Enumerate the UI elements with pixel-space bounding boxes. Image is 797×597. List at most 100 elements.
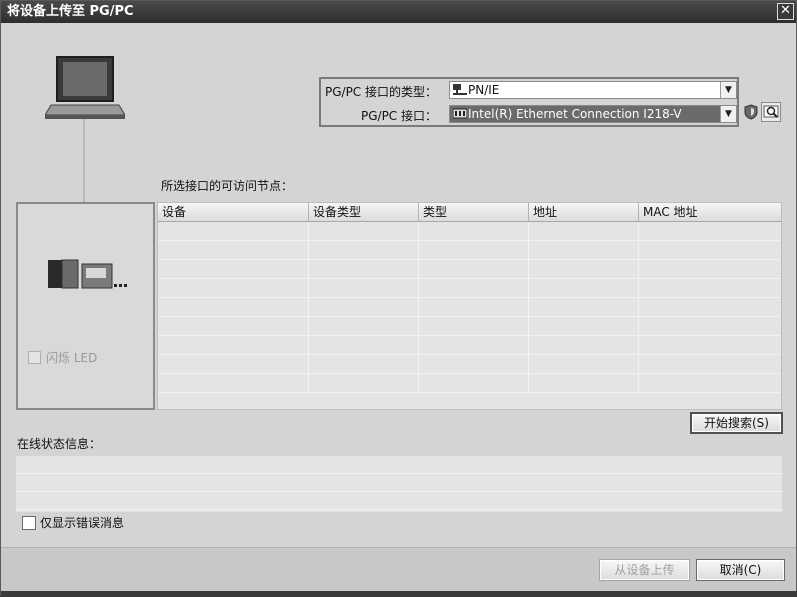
table-cell: [158, 355, 309, 373]
table-cell: [639, 222, 781, 240]
table-cell: [639, 355, 781, 373]
laptop-icon: [44, 55, 126, 124]
table-row[interactable]: [158, 298, 781, 317]
table-cell: [639, 260, 781, 278]
table-cell: [158, 260, 309, 278]
table-row[interactable]: [158, 241, 781, 260]
table-cell: [158, 241, 309, 259]
start-search-button[interactable]: 开始搜索(S): [690, 412, 783, 434]
table-cell: [158, 336, 309, 354]
table-row[interactable]: [158, 355, 781, 374]
table-body: [158, 222, 781, 393]
table-cell: [309, 374, 419, 392]
upload-dialog: 将设备上传至 PG/PC ✕ 闪烁 LED PG/PC 接口的类型： PN/IE…: [0, 0, 797, 597]
status-section-label: 在线状态信息：: [17, 437, 102, 451]
flash-led-row: 闪烁 LED: [28, 349, 97, 366]
flash-led-label: 闪烁 LED: [46, 351, 98, 365]
table-cell: [419, 298, 529, 316]
table-cell: [419, 374, 529, 392]
table-header: 设备 设备类型 类型 地址 MAC 地址: [158, 203, 781, 222]
table-cell: [419, 260, 529, 278]
list-item: [16, 474, 782, 492]
table-cell: [639, 336, 781, 354]
dialog-footer: 从设备上传 取消(C): [1, 547, 796, 595]
close-button[interactable]: ✕: [777, 3, 794, 20]
table-cell: [309, 241, 419, 259]
status-message-list[interactable]: [16, 456, 782, 512]
interface-type-value: PN/IE: [468, 83, 500, 97]
table-cell: [309, 222, 419, 240]
table-row[interactable]: [158, 260, 781, 279]
interface-settings-group: PG/PC 接口的类型： PN/IE ▼ PG/PC 接口： Intel(R) …: [319, 77, 739, 127]
table-cell: [419, 317, 529, 335]
interface-type-select[interactable]: PN/IE ▼: [449, 81, 737, 99]
column-header-type[interactable]: 类型: [419, 203, 529, 221]
table-cell: [419, 222, 529, 240]
shield-icon: [744, 104, 758, 123]
table-cell: [529, 260, 639, 278]
table-cell: [529, 355, 639, 373]
list-item: [16, 456, 782, 474]
table-cell: [639, 279, 781, 297]
show-errors-row: 仅显示错误消息: [22, 514, 124, 531]
table-row[interactable]: [158, 222, 781, 241]
title-bar: 将设备上传至 PG/PC ✕: [1, 1, 796, 23]
table-cell: [639, 241, 781, 259]
column-header-mac-address[interactable]: MAC 地址: [639, 203, 781, 221]
table-cell: [529, 279, 639, 297]
table-row[interactable]: [158, 336, 781, 355]
table-cell: [639, 317, 781, 335]
table-cell: [309, 336, 419, 354]
column-header-device-type[interactable]: 设备类型: [309, 203, 419, 221]
chevron-down-icon[interactable]: ▼: [720, 106, 736, 122]
bottom-border: [1, 591, 797, 597]
table-cell: [309, 279, 419, 297]
upload-from-device-button[interactable]: 从设备上传: [599, 559, 690, 581]
network-card-icon: [452, 108, 468, 124]
target-device-panel: 闪烁 LED: [16, 202, 155, 410]
table-cell: [158, 374, 309, 392]
accessible-nodes-table[interactable]: 设备 设备类型 类型 地址 MAC 地址: [157, 202, 782, 410]
table-cell: [529, 241, 639, 259]
interface-label: PG/PC 接口：: [360, 109, 437, 123]
diagnostics-button[interactable]: [761, 102, 781, 122]
table-cell: [309, 355, 419, 373]
interface-value: Intel(R) Ethernet Connection I218-V: [468, 107, 682, 121]
table-cell: [158, 298, 309, 316]
table-cell: [309, 298, 419, 316]
table-cell: [529, 374, 639, 392]
table-cell: [419, 241, 529, 259]
show-errors-checkbox[interactable]: [22, 515, 36, 530]
column-header-address[interactable]: 地址: [529, 203, 639, 221]
table-cell: [639, 298, 781, 316]
show-errors-label: 仅显示错误消息: [40, 516, 125, 530]
table-cell: [158, 279, 309, 297]
network-icon: [453, 84, 467, 100]
cancel-button[interactable]: 取消(C): [696, 559, 785, 581]
list-item: [16, 492, 782, 510]
table-cell: [309, 317, 419, 335]
table-cell: [529, 317, 639, 335]
table-cell: [529, 298, 639, 316]
table-cell: [158, 222, 309, 240]
table-cell: [529, 336, 639, 354]
table-cell: [419, 336, 529, 354]
table-cell: [158, 317, 309, 335]
table-row[interactable]: [158, 374, 781, 393]
close-icon: ✕: [780, 3, 791, 18]
interface-select[interactable]: Intel(R) Ethernet Connection I218-V ▼: [449, 105, 737, 123]
table-cell: [419, 279, 529, 297]
table-row[interactable]: [158, 317, 781, 336]
table-cell: [529, 222, 639, 240]
chevron-down-icon[interactable]: ▼: [720, 82, 736, 98]
interface-type-label: PG/PC 接口的类型：: [324, 85, 437, 99]
table-row[interactable]: [158, 279, 781, 298]
plc-device-icon: [48, 256, 128, 295]
table-cell: [309, 260, 419, 278]
magnifier-icon: [762, 105, 780, 124]
flash-led-checkbox[interactable]: [28, 351, 41, 364]
nodes-section-label: 所选接口的可访问节点：: [161, 179, 294, 193]
column-header-device[interactable]: 设备: [158, 203, 309, 221]
table-cell: [639, 374, 781, 392]
dialog-title: 将设备上传至 PG/PC: [7, 4, 134, 19]
